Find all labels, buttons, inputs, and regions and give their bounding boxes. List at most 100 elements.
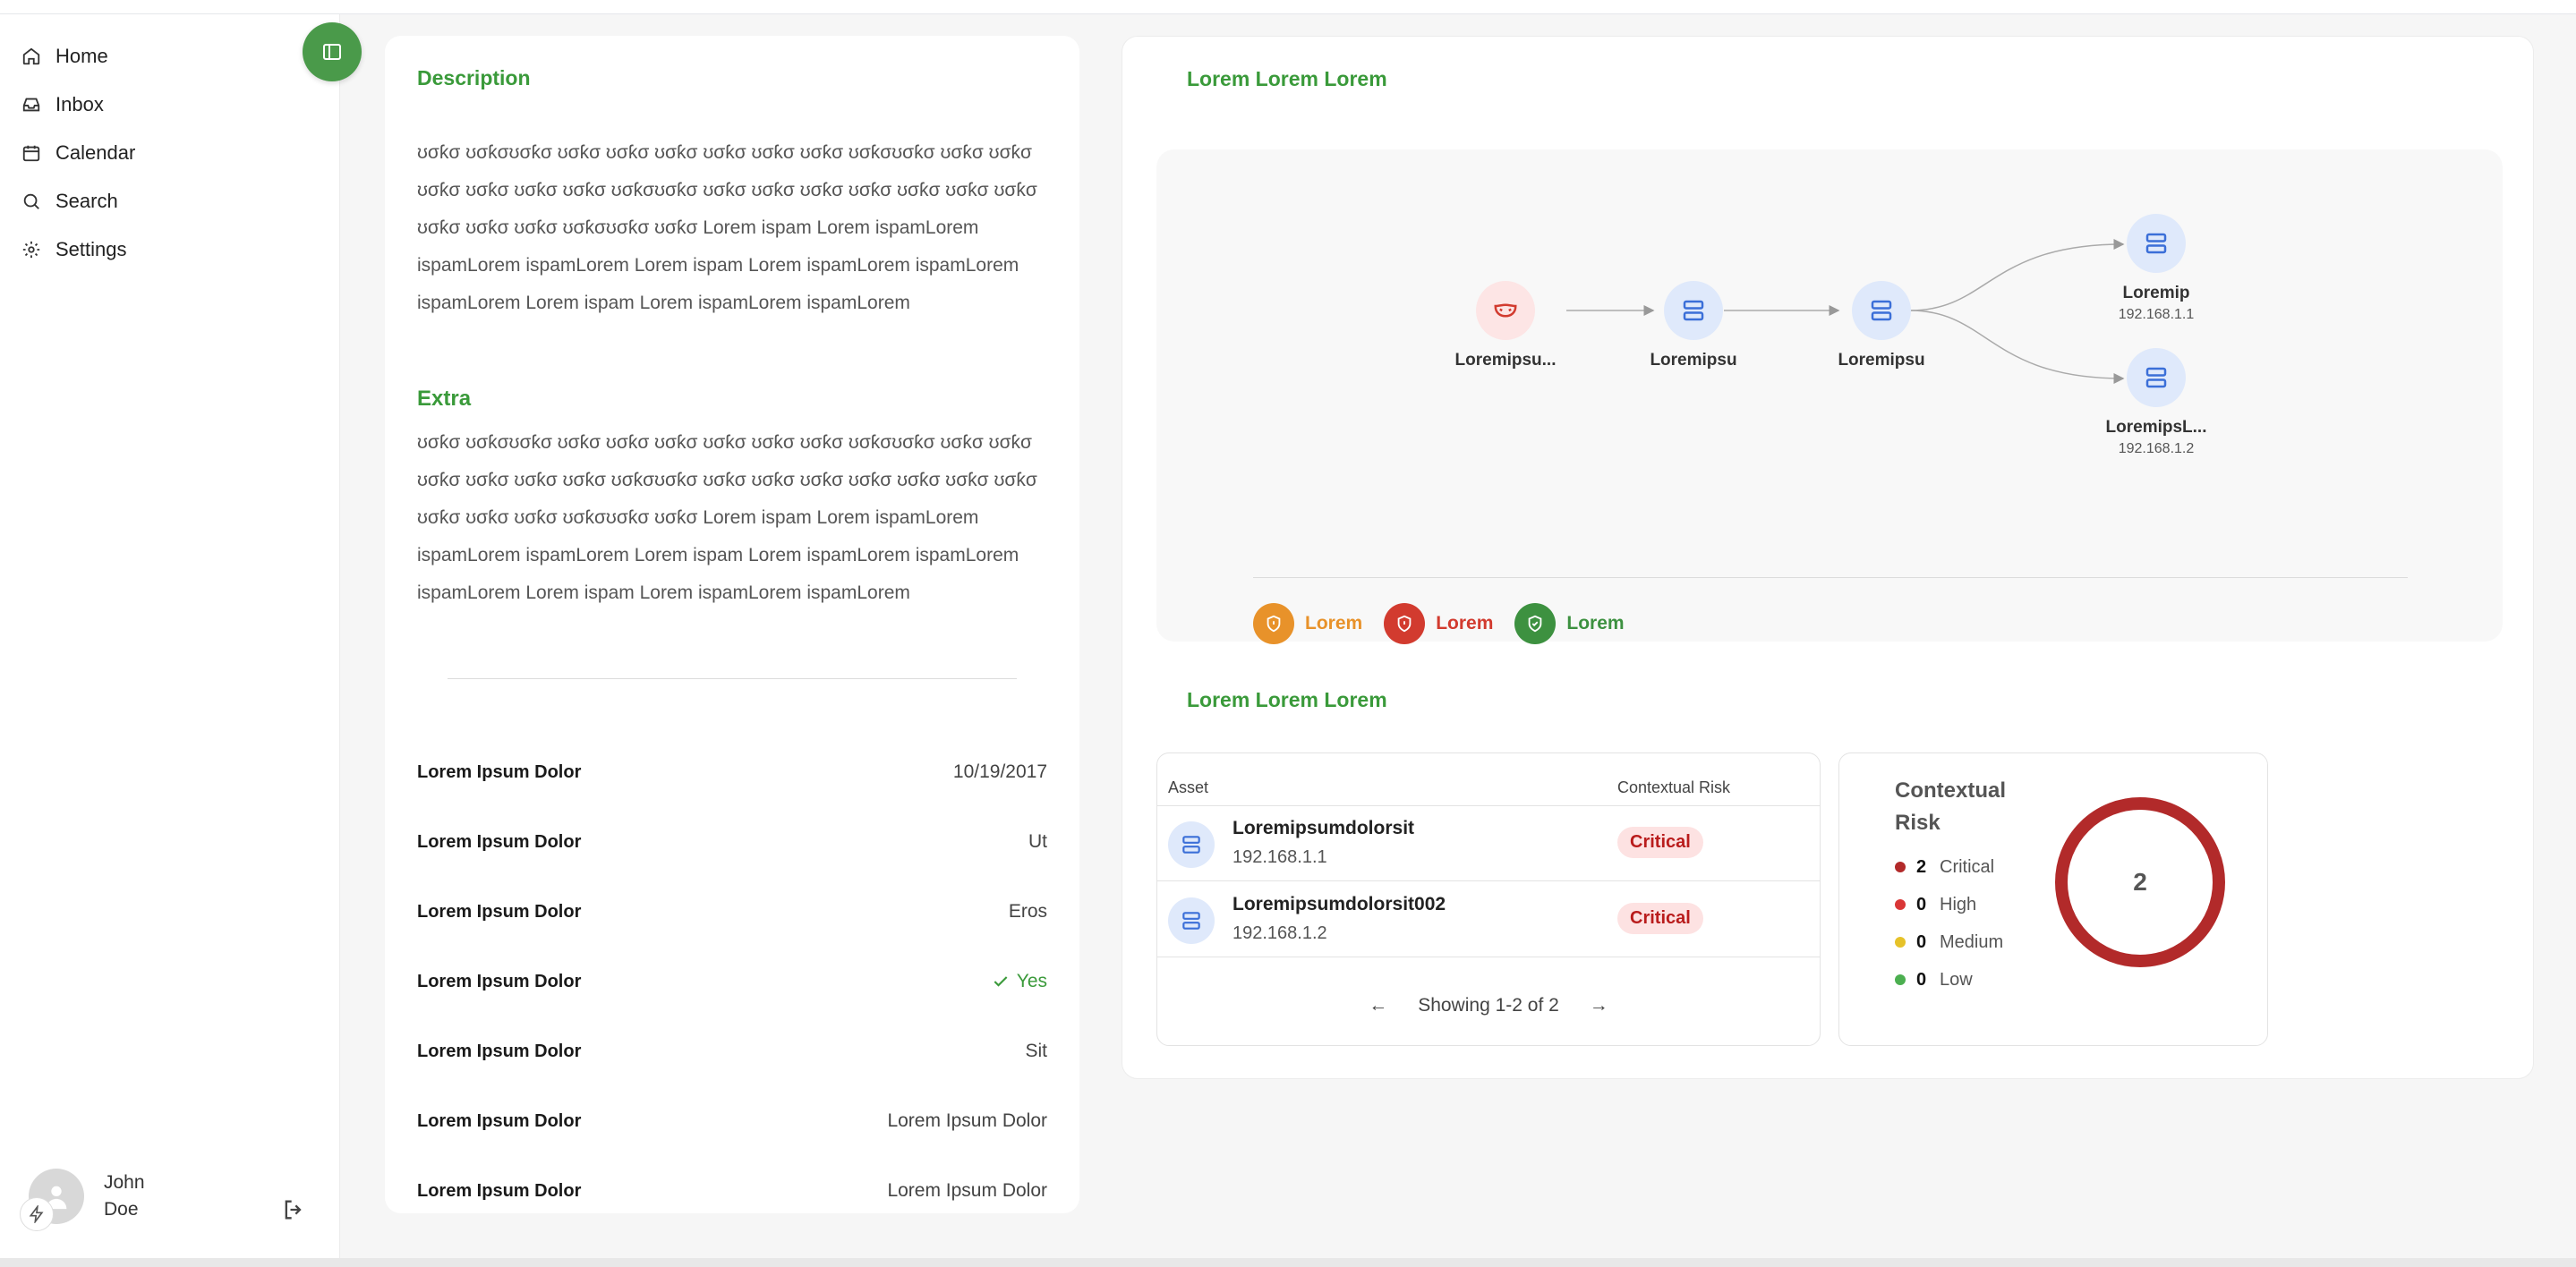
legend-label: Lorem bbox=[1566, 613, 1625, 634]
column-header-asset[interactable]: Asset bbox=[1168, 778, 1208, 797]
property-value: 10/19/2017 bbox=[952, 761, 1047, 782]
bottom-strip bbox=[0, 1258, 2576, 1267]
prev-page-icon[interactable]: ← bbox=[1369, 995, 1387, 1016]
description-title: Description bbox=[417, 66, 531, 89]
property-value: Ut bbox=[1028, 831, 1047, 852]
property-value: Sit bbox=[1025, 1041, 1047, 1061]
server-icon bbox=[2127, 214, 2186, 273]
graph-node[interactable]: Loremip 192.168.1.1 bbox=[2094, 214, 2219, 323]
sidebar-item-label: Inbox bbox=[55, 93, 104, 115]
risk-summary-title: Contextual Risk bbox=[1895, 778, 2007, 835]
table-row[interactable]: Loremipsumdolorsit 192.168.1.1 Critical bbox=[1157, 805, 1820, 881]
server-icon bbox=[1168, 897, 1215, 944]
status-dot bbox=[1895, 899, 1906, 910]
risk-badge: Critical bbox=[1617, 827, 1703, 858]
property-row: Lorem Ipsum Dolor Yes bbox=[417, 947, 1047, 1016]
legend-item: Lorem bbox=[1384, 603, 1493, 644]
sidebar-item-label: Search bbox=[55, 190, 118, 212]
property-row: Lorem Ipsum Dolor Sit bbox=[417, 1016, 1047, 1086]
risk-label: High bbox=[1940, 894, 1977, 914]
property-row: Lorem Ipsum Dolor 10/19/2017 bbox=[417, 737, 1047, 807]
top-bar bbox=[0, 0, 2576, 14]
legend-divider bbox=[1253, 577, 2408, 578]
property-key: Lorem Ipsum Dolor bbox=[417, 831, 582, 852]
calendar-icon bbox=[22, 145, 40, 162]
mask-icon bbox=[1476, 281, 1535, 340]
risk-label: Low bbox=[1940, 969, 1973, 990]
node-label: Loremipsu bbox=[1650, 351, 1737, 370]
risk-item-critical: 2 Critical bbox=[1895, 848, 2003, 886]
risk-count: 0 bbox=[1916, 969, 1927, 990]
properties-list: Lorem Ipsum Dolor 10/19/2017 Lorem Ipsum… bbox=[417, 737, 1047, 1226]
sidebar-item-home[interactable]: Home bbox=[16, 32, 135, 81]
inbox-icon bbox=[22, 98, 40, 112]
bolt-icon bbox=[20, 1197, 54, 1231]
assets-title: Lorem Lorem Lorem bbox=[1187, 688, 1387, 711]
divider bbox=[448, 678, 1017, 679]
risk-label: Critical bbox=[1940, 856, 1995, 877]
legend-label: Lorem bbox=[1305, 613, 1363, 634]
home-icon bbox=[22, 47, 40, 65]
graph-node[interactable]: Loremipsu bbox=[1819, 281, 1944, 370]
extra-text: ʊσƙσ ʊσƙσʊσƙσ ʊσƙσ ʊσƙσ ʊσƙσ ʊσƙσ ʊσƙσ ʊ… bbox=[417, 432, 1037, 603]
property-value: Lorem Ipsum Dolor bbox=[887, 1180, 1047, 1201]
property-value-yes: Yes bbox=[992, 971, 1047, 992]
description-text: ʊσƙσ ʊσƙσʊσƙσ ʊσƙσ ʊσƙσ ʊσƙσ ʊσƙσ ʊσƙσ ʊ… bbox=[417, 142, 1037, 313]
risk-count: 2 bbox=[1916, 856, 1927, 877]
risk-count: 0 bbox=[1916, 894, 1927, 914]
server-icon bbox=[1168, 821, 1215, 868]
attack-path-card: Lorem Lorem Lorem Loremipsu... Loremipsu bbox=[1122, 36, 2534, 1079]
property-key: Lorem Ipsum Dolor bbox=[417, 761, 582, 782]
risk-count: 0 bbox=[1916, 931, 1927, 952]
attack-path-graph: Loremipsu... Loremipsu Loremipsu Loremip… bbox=[1156, 149, 2503, 644]
server-icon bbox=[1852, 281, 1911, 340]
logout-icon[interactable] bbox=[281, 1197, 306, 1227]
pagination: ← Showing 1-2 of 2 → bbox=[1157, 995, 1820, 1016]
user-name: John Doe bbox=[104, 1172, 145, 1220]
sidebar-item-label: Home bbox=[55, 45, 108, 67]
graph-node-source[interactable]: Loremipsu... bbox=[1443, 281, 1568, 370]
panel-icon bbox=[323, 44, 341, 60]
asset-table: Asset Contextual Risk Loremipsumdolorsit… bbox=[1156, 753, 1821, 1046]
property-key: Lorem Ipsum Dolor bbox=[417, 901, 582, 922]
property-key: Lorem Ipsum Dolor bbox=[417, 1180, 582, 1201]
property-row: Lorem Ipsum Dolor Ut bbox=[417, 807, 1047, 877]
node-label: Loremipsu bbox=[1838, 351, 1925, 370]
graph-legend: Lorem Lorem Lorem bbox=[1253, 603, 1625, 644]
property-key: Lorem Ipsum Dolor bbox=[417, 971, 582, 991]
node-ip: 192.168.1.1 bbox=[2118, 307, 2195, 322]
status-dot bbox=[1895, 862, 1906, 872]
node-ip: 192.168.1.2 bbox=[2118, 441, 2195, 456]
next-page-icon[interactable]: → bbox=[1590, 995, 1608, 1016]
status-dot bbox=[1895, 974, 1906, 985]
graph-node[interactable]: LoremipsL... 192.168.1.2 bbox=[2094, 348, 2219, 457]
risk-total: 2 bbox=[2133, 868, 2147, 896]
node-label: LoremipsL... bbox=[2105, 418, 2207, 437]
legend-item: Lorem bbox=[1253, 603, 1362, 644]
sidebar-nav: Home Inbox Calendar Search Settings bbox=[16, 32, 135, 274]
column-header-risk[interactable]: Contextual Risk bbox=[1617, 778, 1730, 797]
check-icon bbox=[994, 976, 1008, 987]
risk-summary-card: Contextual Risk 2 Critical 0 High 0 Medi… bbox=[1838, 753, 2268, 1046]
property-row: Lorem Ipsum Dolor Eros bbox=[417, 877, 1047, 947]
sidebar-item-settings[interactable]: Settings bbox=[16, 225, 135, 274]
shield-icon bbox=[1384, 603, 1426, 644]
sidebar-item-label: Settings bbox=[55, 238, 127, 260]
legend-label: Lorem bbox=[1436, 613, 1494, 634]
graph-node[interactable]: Loremipsu bbox=[1631, 281, 1756, 370]
risk-item-medium: 0 Medium bbox=[1895, 923, 2003, 961]
risk-badge: Critical bbox=[1617, 903, 1703, 934]
user-profile[interactable]: John Doe bbox=[20, 1169, 158, 1231]
risk-item-high: 0 High bbox=[1895, 886, 2003, 923]
sidebar-item-calendar[interactable]: Calendar bbox=[16, 129, 135, 177]
sidebar-item-inbox[interactable]: Inbox bbox=[16, 81, 135, 129]
property-key: Lorem Ipsum Dolor bbox=[417, 1110, 582, 1131]
asset-name: Loremipsumdolorsit002 bbox=[1233, 894, 1446, 914]
details-card: Description ʊσƙσ ʊσƙσʊσƙσ ʊσƙσ ʊσƙσ ʊσƙσ… bbox=[385, 36, 1079, 1213]
asset-name: Loremipsumdolorsit bbox=[1233, 818, 1415, 838]
table-row[interactable]: Loremipsumdolorsit002 192.168.1.2 Critic… bbox=[1157, 881, 1820, 957]
property-row: Lorem Ipsum Dolor Lorem Ipsum Dolor bbox=[417, 1156, 1047, 1226]
sidebar-toggle-button[interactable] bbox=[303, 22, 362, 81]
sidebar-item-search[interactable]: Search bbox=[16, 177, 135, 225]
sidebar: Home Inbox Calendar Search Settings John… bbox=[0, 14, 340, 1258]
